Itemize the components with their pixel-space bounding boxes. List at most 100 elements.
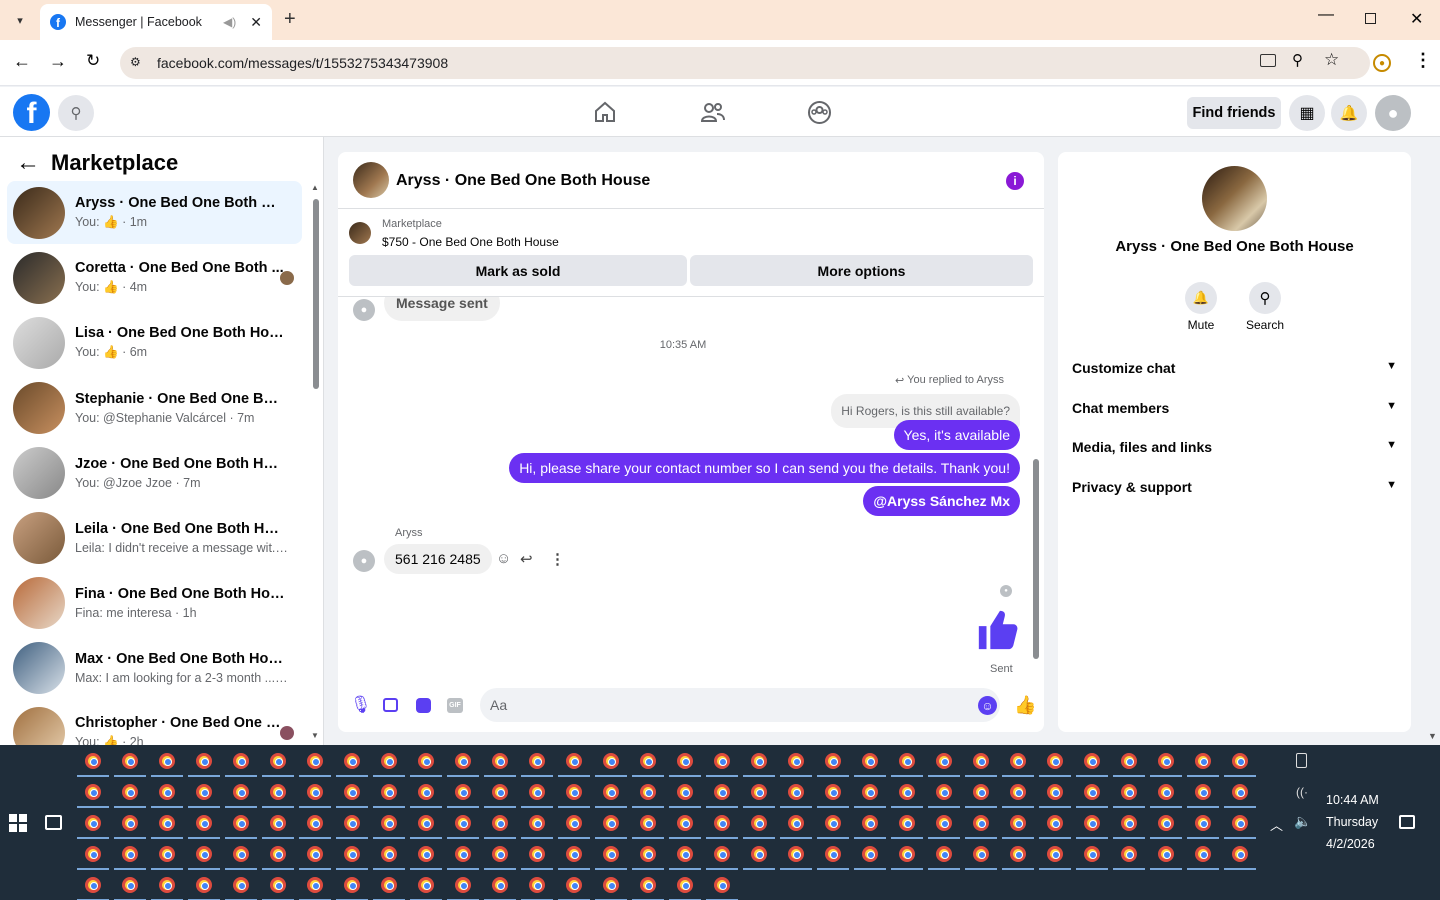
chrome-taskbar-icon[interactable] bbox=[381, 877, 397, 893]
chrome-taskbar-icon[interactable] bbox=[751, 846, 767, 862]
info-icon[interactable]: i bbox=[1006, 172, 1024, 190]
chrome-taskbar-icon[interactable] bbox=[344, 815, 360, 831]
react-icon[interactable]: ☺ bbox=[496, 550, 511, 567]
chrome-taskbar-icon[interactable] bbox=[1232, 784, 1248, 800]
chrome-taskbar-icon[interactable] bbox=[344, 877, 360, 893]
chrome-taskbar-icon[interactable] bbox=[788, 784, 804, 800]
facebook-logo-icon[interactable]: f bbox=[13, 94, 50, 131]
chrome-taskbar-icon[interactable] bbox=[196, 877, 212, 893]
chrome-taskbar-icon[interactable] bbox=[862, 815, 878, 831]
show-hidden-icons[interactable]: ︿ bbox=[1270, 815, 1283, 834]
chrome-taskbar-icon[interactable] bbox=[566, 815, 582, 831]
chrome-taskbar-icon[interactable] bbox=[1010, 753, 1026, 769]
message-input[interactable]: Aa bbox=[480, 688, 1000, 722]
reply-icon[interactable]: ↩ bbox=[520, 550, 533, 568]
page-scroll-down-icon[interactable]: ▼ bbox=[1428, 731, 1437, 741]
chrome-taskbar-icon[interactable] bbox=[1158, 846, 1174, 862]
task-view-icon[interactable] bbox=[45, 815, 62, 830]
reload-icon[interactable]: ↻ bbox=[86, 51, 100, 71]
site-settings-icon[interactable]: ⚙ bbox=[130, 55, 146, 71]
maximize-icon[interactable] bbox=[1365, 13, 1376, 24]
account-avatar[interactable]: ● bbox=[1375, 95, 1411, 131]
chrome-taskbar-icon[interactable] bbox=[1084, 815, 1100, 831]
chrome-taskbar-icon[interactable] bbox=[233, 846, 249, 862]
start-icon[interactable] bbox=[9, 814, 27, 832]
chrome-taskbar-icon[interactable] bbox=[196, 753, 212, 769]
chrome-taskbar-icon[interactable] bbox=[640, 753, 656, 769]
chrome-taskbar-icon[interactable] bbox=[677, 846, 693, 862]
notifications-bell-icon[interactable]: 🔔 bbox=[1331, 95, 1367, 131]
chrome-taskbar-icon[interactable] bbox=[1047, 815, 1063, 831]
info-section-row[interactable]: Chat members ▼ bbox=[1072, 400, 1397, 416]
chrome-taskbar-icon[interactable] bbox=[418, 815, 434, 831]
message-bubble[interactable]: @Aryss Sánchez Mx bbox=[863, 486, 1020, 516]
chat-avatar[interactable] bbox=[353, 162, 389, 198]
chrome-taskbar-icon[interactable] bbox=[159, 815, 175, 831]
chrome-taskbar-icon[interactable] bbox=[455, 877, 471, 893]
chrome-taskbar-icon[interactable] bbox=[862, 784, 878, 800]
chrome-taskbar-icon[interactable] bbox=[1121, 846, 1137, 862]
chrome-taskbar-icon[interactable] bbox=[529, 753, 545, 769]
listing-thumb[interactable] bbox=[349, 222, 371, 244]
chrome-taskbar-icon[interactable] bbox=[492, 815, 508, 831]
forward-icon[interactable]: → bbox=[49, 51, 67, 72]
chrome-taskbar-icon[interactable] bbox=[307, 753, 323, 769]
chrome-taskbar-icon[interactable] bbox=[492, 877, 508, 893]
chrome-taskbar-icon[interactable] bbox=[492, 753, 508, 769]
chrome-taskbar-icon[interactable] bbox=[899, 753, 915, 769]
previous-message-bubble[interactable]: Message sent bbox=[384, 297, 500, 321]
chrome-taskbar-icon[interactable] bbox=[714, 877, 730, 893]
chrome-taskbar-icon[interactable] bbox=[1010, 784, 1026, 800]
tab-search-icon[interactable]: ▾ bbox=[8, 8, 32, 32]
mark-as-sold-button[interactable]: Mark as sold bbox=[349, 255, 687, 286]
chrome-taskbar-icon[interactable] bbox=[899, 815, 915, 831]
screen-capture-icon[interactable] bbox=[1296, 753, 1307, 768]
chrome-taskbar-icon[interactable] bbox=[788, 753, 804, 769]
chrome-taskbar-icon[interactable] bbox=[418, 877, 434, 893]
chrome-taskbar-icon[interactable] bbox=[751, 815, 767, 831]
chrome-taskbar-icon[interactable] bbox=[714, 753, 730, 769]
chrome-taskbar-icon[interactable] bbox=[381, 815, 397, 831]
chrome-taskbar-icon[interactable] bbox=[1047, 753, 1063, 769]
photo-icon[interactable] bbox=[383, 698, 398, 712]
chrome-taskbar-icon[interactable] bbox=[1195, 846, 1211, 862]
chrome-taskbar-icon[interactable] bbox=[455, 753, 471, 769]
chrome-taskbar-icon[interactable] bbox=[159, 784, 175, 800]
chrome-taskbar-icon[interactable] bbox=[1195, 784, 1211, 800]
chrome-taskbar-icon[interactable] bbox=[270, 846, 286, 862]
chrome-taskbar-icon[interactable] bbox=[973, 753, 989, 769]
chrome-taskbar-icon[interactable] bbox=[1158, 753, 1174, 769]
chrome-taskbar-icon[interactable] bbox=[566, 784, 582, 800]
chrome-taskbar-icon[interactable] bbox=[788, 815, 804, 831]
chrome-taskbar-icon[interactable] bbox=[566, 877, 582, 893]
chrome-taskbar-icon[interactable] bbox=[307, 815, 323, 831]
browser-menu-icon[interactable]: ⋮ bbox=[1414, 50, 1432, 71]
network-icon[interactable]: ((· bbox=[1296, 785, 1308, 799]
conversation-item[interactable]: Stephanie · One Bed One Both ... You: @St… bbox=[7, 376, 302, 439]
chrome-taskbar-icon[interactable] bbox=[1084, 846, 1100, 862]
chrome-taskbar-icon[interactable] bbox=[677, 877, 693, 893]
chrome-taskbar-icon[interactable] bbox=[1121, 815, 1137, 831]
chrome-taskbar-icon[interactable] bbox=[973, 784, 989, 800]
chrome-taskbar-icon[interactable] bbox=[270, 815, 286, 831]
chrome-taskbar-icon[interactable] bbox=[270, 784, 286, 800]
chrome-taskbar-icon[interactable] bbox=[122, 753, 138, 769]
chrome-taskbar-icon[interactable] bbox=[307, 846, 323, 862]
chrome-taskbar-icon[interactable] bbox=[159, 877, 175, 893]
more-options-button[interactable]: More options bbox=[690, 255, 1033, 286]
url-field[interactable]: ⚙ facebook.com/messages/t/15532753434739… bbox=[120, 47, 1370, 79]
info-section-row[interactable]: Media, files and links ▼ bbox=[1072, 439, 1397, 455]
action-center-icon[interactable] bbox=[1399, 815, 1415, 829]
chrome-taskbar-icon[interactable] bbox=[603, 846, 619, 862]
chrome-taskbar-icon[interactable] bbox=[85, 877, 101, 893]
chrome-taskbar-icon[interactable] bbox=[1047, 784, 1063, 800]
chrome-taskbar-icon[interactable] bbox=[270, 877, 286, 893]
chrome-taskbar-icon[interactable] bbox=[529, 784, 545, 800]
chrome-taskbar-icon[interactable] bbox=[233, 877, 249, 893]
volume-icon[interactable]: 🔈 bbox=[1294, 813, 1311, 830]
chrome-taskbar-icon[interactable] bbox=[455, 815, 471, 831]
chrome-taskbar-icon[interactable] bbox=[1121, 753, 1137, 769]
search-icon[interactable]: ⚲ bbox=[58, 95, 94, 131]
message-bubble[interactable]: Hi, please share your contact number so … bbox=[509, 453, 1020, 483]
chrome-taskbar-icon[interactable] bbox=[566, 753, 582, 769]
